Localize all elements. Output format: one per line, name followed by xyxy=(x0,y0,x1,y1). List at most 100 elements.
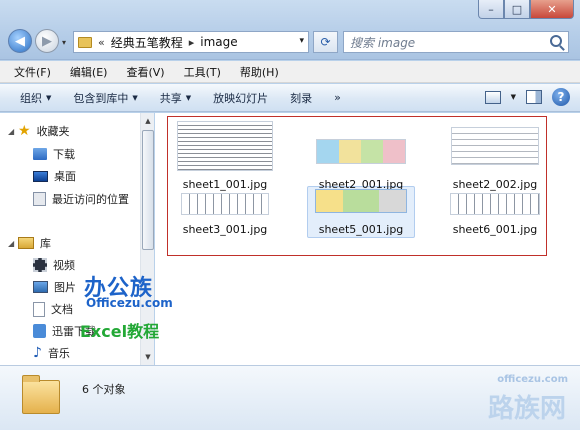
close-button[interactable]: ✕ xyxy=(530,0,574,19)
music-note-icon: ♪ xyxy=(33,345,42,361)
watermark-tag: Excel教程 xyxy=(80,322,160,341)
menu-help[interactable]: 帮助(H) xyxy=(240,64,279,80)
more-commands-button[interactable]: » xyxy=(334,91,341,104)
include-in-library-label: 包含到库中 xyxy=(73,91,129,105)
burn-button[interactable]: 刻录 xyxy=(290,90,312,106)
share-label: 共享 xyxy=(159,91,182,105)
pictures-icon xyxy=(33,281,48,293)
downloads-icon xyxy=(33,148,47,160)
share-button[interactable]: 共享 ▼ xyxy=(160,90,191,106)
documents-icon xyxy=(33,301,45,317)
file-thumbnail xyxy=(316,139,406,164)
menu-view[interactable]: 查看(V) xyxy=(126,64,164,80)
refresh-button[interactable]: ⟳ xyxy=(313,31,338,53)
breadcrumb-segment[interactable]: 经典五笔教程 xyxy=(111,34,183,51)
file-thumbnail xyxy=(315,189,407,213)
organize-button[interactable]: 组织 ▼ xyxy=(20,90,51,106)
include-in-library-button[interactable]: 包含到库中 ▼ xyxy=(73,90,137,106)
organize-label: 组织 xyxy=(20,91,42,105)
chevron-down-icon: ▼ xyxy=(185,93,192,102)
scroll-thumb[interactable] xyxy=(142,130,154,250)
nav-pictures-label: 图片 xyxy=(54,281,76,294)
minimize-button[interactable]: – xyxy=(478,0,504,19)
nav-desktop-label: 桌面 xyxy=(54,170,76,183)
title-bar: – □ ✕ ◀ ▶ ▾ « 经典五笔教程 ▸ image ▾ ⟳ 搜索 imag… xyxy=(0,0,580,60)
view-options-chevron-icon[interactable]: ▼ xyxy=(511,93,516,101)
address-dropdown-icon[interactable]: ▾ xyxy=(299,36,304,46)
scroll-down-icon[interactable]: ▼ xyxy=(142,350,154,364)
forward-arrow-icon: ▶ xyxy=(42,33,52,49)
nav-favorites-label: 收藏夹 xyxy=(36,125,70,138)
nav-downloads-label: 下载 xyxy=(53,148,75,161)
file-name: sheet6_001.jpg xyxy=(452,223,538,236)
tree-expand-icon[interactable]: ◢ xyxy=(8,127,18,136)
file-name: sheet3_001.jpg xyxy=(182,223,268,236)
file-name: sheet1_001.jpg xyxy=(182,178,268,191)
window-controls: – □ ✕ xyxy=(478,0,574,19)
nav-downloads[interactable]: 下载 xyxy=(0,144,140,164)
file-item[interactable]: sheet6_001.jpg xyxy=(445,193,545,236)
nav-music[interactable]: ♪ 音乐 xyxy=(0,343,140,363)
folder-icon xyxy=(78,36,92,48)
file-item[interactable]: sheet1_001.jpg xyxy=(175,121,275,191)
file-thumbnail xyxy=(450,193,540,215)
library-icon xyxy=(18,237,34,249)
video-icon xyxy=(33,258,47,272)
forward-button[interactable]: ▶ xyxy=(35,29,59,53)
recent-pages-dropdown[interactable]: ▾ xyxy=(62,38,66,47)
file-list-pane: sheet1_001.jpg sheet2_001.jpg sheet2_002… xyxy=(155,113,580,365)
star-icon: ★ xyxy=(18,123,31,139)
file-name: sheet5_001.jpg xyxy=(318,223,404,236)
file-thumbnail xyxy=(181,193,269,215)
item-count: 6 个对象 xyxy=(82,383,126,396)
refresh-icon: ⟳ xyxy=(320,35,331,49)
search-icon[interactable] xyxy=(550,35,562,47)
desktop-icon xyxy=(33,170,48,182)
file-thumbnail xyxy=(177,121,273,171)
menu-edit[interactable]: 编辑(E) xyxy=(70,64,108,80)
nav-desktop[interactable]: 桌面 xyxy=(0,166,140,186)
menu-file[interactable]: 文件(F) xyxy=(14,64,51,80)
help-icon[interactable]: ? xyxy=(552,88,570,106)
file-item[interactable]: sheet2_001.jpg xyxy=(311,121,411,191)
command-bar: 组织 ▼ 包含到库中 ▼ 共享 ▼ 放映幻灯片 刻录 » ▼ ? xyxy=(0,84,580,112)
breadcrumb-separator-icon[interactable]: ▸ xyxy=(189,36,195,49)
nav-libraries-label: 库 xyxy=(40,237,51,250)
address-overflow-chevron[interactable]: « xyxy=(98,36,105,49)
chevron-down-icon: ▼ xyxy=(46,93,52,102)
search-box[interactable]: 搜索 image xyxy=(343,31,569,53)
file-name: sheet2_002.jpg xyxy=(452,178,538,191)
back-button[interactable]: ◀ xyxy=(8,29,32,53)
nav-documents-label: 文档 xyxy=(51,303,73,316)
scroll-up-icon[interactable]: ▲ xyxy=(142,114,154,128)
details-pane: 6 个对象 officezu.com 路族网 xyxy=(0,365,580,430)
menu-bar: 文件(F) 编辑(E) 查看(V) 工具(T) 帮助(H) xyxy=(0,61,580,83)
back-arrow-icon: ◀ xyxy=(15,33,25,49)
file-thumbnail xyxy=(451,127,539,165)
file-item[interactable]: sheet3_001.jpg xyxy=(175,193,275,236)
change-view-icon[interactable] xyxy=(484,90,501,104)
recent-places-icon xyxy=(33,192,46,206)
folder-icon xyxy=(22,375,60,414)
slideshow-button[interactable]: 放映幻灯片 xyxy=(213,90,268,106)
thunder-download-icon xyxy=(33,324,46,338)
nav-recent-places[interactable]: 最近访问的位置 xyxy=(0,189,150,209)
nav-libraries[interactable]: ◢ 库 xyxy=(0,233,140,253)
breadcrumb-segment[interactable]: image xyxy=(200,35,237,49)
file-item-selected[interactable]: sheet5_001.jpg xyxy=(307,186,415,238)
watermark-footer-brand: 路族网 xyxy=(487,394,566,424)
menu-tools[interactable]: 工具(T) xyxy=(184,64,221,80)
tree-expand-icon[interactable]: ◢ xyxy=(8,239,18,248)
preview-pane-icon[interactable] xyxy=(526,90,542,104)
search-input[interactable]: 搜索 image xyxy=(350,34,415,51)
file-item[interactable]: sheet2_002.jpg xyxy=(445,121,545,191)
nav-favorites[interactable]: ◢ ★ 收藏夹 xyxy=(0,121,140,141)
address-bar[interactable]: « 经典五笔教程 ▸ image ▾ xyxy=(73,31,309,53)
nav-music-label: 音乐 xyxy=(47,347,70,360)
nav-recent-places-label: 最近访问的位置 xyxy=(52,193,129,206)
watermark-url: Officezu.com xyxy=(86,296,173,310)
nav-videos-label: 视频 xyxy=(53,259,75,272)
maximize-button[interactable]: □ xyxy=(504,0,530,19)
chevron-down-icon: ▼ xyxy=(132,93,138,102)
watermark-footer-url: officezu.com xyxy=(497,374,568,385)
